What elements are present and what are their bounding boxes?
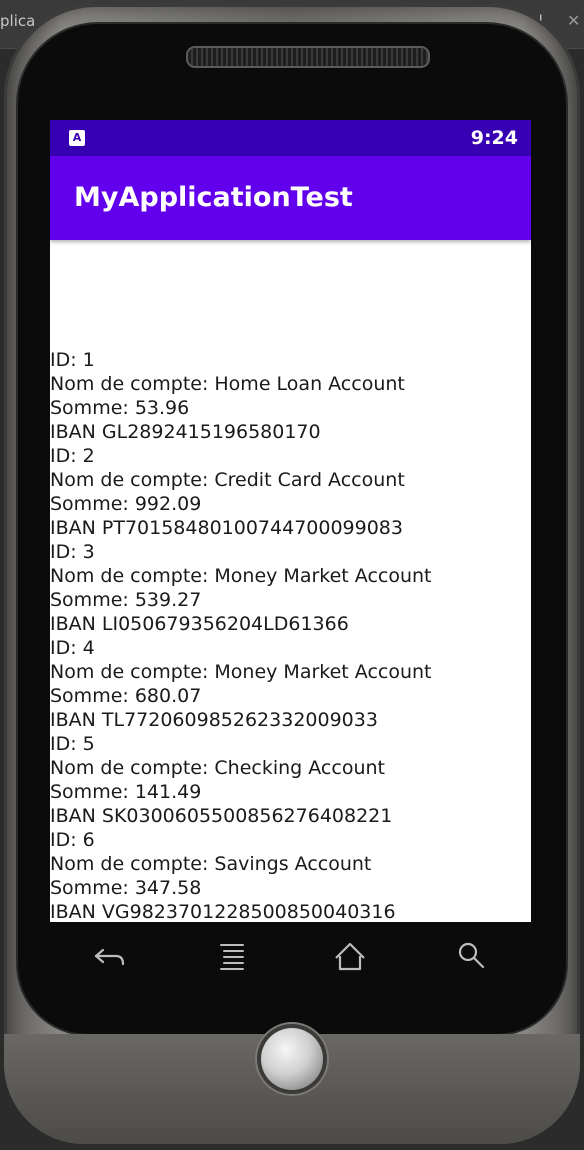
account-name: Nom de compte: Money Market Account [50,565,432,587]
account-item: ID: 2 Nom de compte: Credit Card Account… [50,444,531,540]
account-item: ID: 6 Nom de compte: Savings Account Som… [50,828,531,922]
status-bar: A 9:24 [50,120,531,156]
account-item: ID: 1 Nom de compte: Home Loan Account S… [50,348,531,444]
account-iban: IBAN GL2892415196580170 [50,421,321,443]
navigation-bar [50,922,531,992]
account-item: ID: 5 Nom de compte: Checking Account So… [50,732,531,828]
account-id: ID: 2 [50,445,95,467]
accounts-list: ID: 1 Nom de compte: Home Loan Account S… [50,348,531,922]
account-name: Nom de compte: Money Market Account [50,661,432,683]
host-tab-left[interactable]: plica [0,12,35,30]
account-id: ID: 5 [50,733,95,755]
account-iban: IBAN VG9823701228500850040316 [50,901,396,922]
account-name: Nom de compte: Credit Card Account [50,469,405,491]
account-item: ID: 3 Nom de compte: Money Market Accoun… [50,540,531,636]
account-sum: Somme: 141.49 [50,781,202,803]
account-name: Nom de compte: Checking Account [50,757,385,779]
account-id: ID: 1 [50,349,95,371]
device-screen: A 9:24 MyApplicationTest ID: 1 Nom de co… [50,120,531,922]
status-time: 9:24 [470,127,518,149]
back-icon[interactable] [86,936,134,976]
account-sum: Somme: 680.07 [50,685,202,707]
trackball-button[interactable] [261,1028,323,1090]
account-sum: Somme: 539.27 [50,589,202,611]
account-id: ID: 3 [50,541,95,563]
account-sum: Somme: 992.09 [50,493,202,515]
account-id: ID: 4 [50,637,95,659]
account-id: ID: 6 [50,829,95,851]
account-sum: Somme: 347.58 [50,877,202,899]
account-iban: IBAN PT70158480100744700099083 [50,517,403,539]
search-icon[interactable] [447,936,495,976]
account-iban: IBAN TL772060985262332009033 [50,709,378,731]
account-item: ID: 4 Nom de compte: Money Market Accoun… [50,636,531,732]
account-sum: Somme: 53.96 [50,397,190,419]
account-name: Nom de compte: Savings Account [50,853,372,875]
close-icon[interactable]: ✕ [567,11,580,30]
app-title: MyApplicationTest [74,182,353,213]
app-notification-icon: A [69,130,85,146]
speaker-grille [186,46,430,68]
app-bar: MyApplicationTest [50,156,531,240]
account-name: Nom de compte: Home Loan Account [50,373,405,395]
account-iban: IBAN SK0300605500856276408221 [50,805,393,827]
menu-icon[interactable] [208,936,256,976]
home-icon[interactable] [326,936,374,976]
account-iban: IBAN LI050679356204LD61366 [50,613,349,635]
